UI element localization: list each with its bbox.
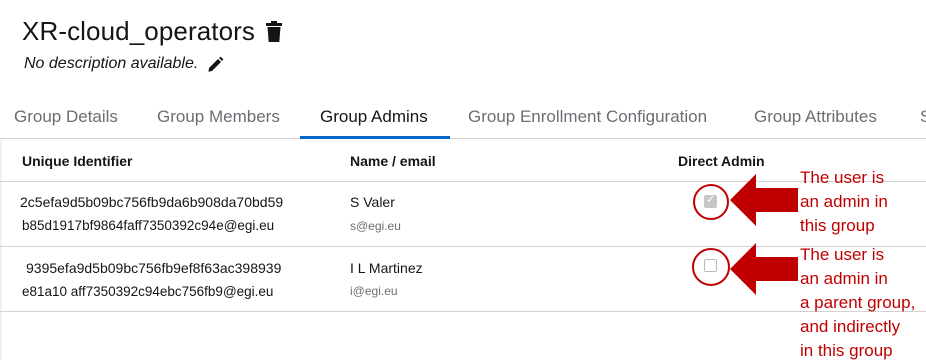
uid-line1: 2c5efa9d5b09bc756fb9da6b908da70bd59: [20, 194, 284, 210]
annotation-line: a parent group,: [800, 293, 916, 312]
uid-line1: 9395efa9d5b09bc756fb9ef8f63ac398939: [26, 260, 282, 276]
group-description: No description available.: [24, 55, 199, 72]
annotation-indirect-admin: The user is an admin in a parent group, …: [800, 243, 915, 363]
annotation-line: an admin in: [800, 192, 888, 211]
highlight-circle: [692, 248, 730, 286]
member-email: s@egi.eu: [350, 219, 401, 233]
annotation-direct-admin: The user is an admin in this group: [800, 166, 888, 238]
description-row: No description available.: [24, 55, 224, 73]
highlight-circle: [693, 184, 729, 220]
arrow-left-icon: [730, 174, 798, 226]
page-title: XR-cloud_operators: [22, 16, 256, 46]
tab-group-attributes[interactable]: Group Attributes: [754, 107, 877, 127]
tab-group-members[interactable]: Group Members: [157, 107, 280, 127]
tab-group-admins[interactable]: Group Admins: [320, 107, 428, 127]
page-header: XR-cloud_operators: [22, 16, 283, 47]
left-edge: [0, 140, 2, 360]
annotation-line: The user is: [800, 168, 885, 187]
annotation-line: and indirectly: [800, 317, 901, 336]
member-name: S Valer: [350, 194, 395, 210]
annotation-line: an admin in: [800, 269, 888, 288]
uid-line2: b85d1917bf9864faff7350392c94e@egi.eu: [22, 218, 275, 233]
pencil-icon[interactable]: [207, 56, 224, 73]
tab-bar: Group Details Group Members Group Admins…: [0, 97, 926, 139]
tab-group-details[interactable]: Group Details: [14, 107, 118, 127]
column-header-name-email[interactable]: Name / email: [350, 153, 436, 169]
arrow-left-icon: [730, 243, 798, 295]
member-name: I L Martinez: [350, 260, 423, 276]
annotation-line: The user is: [800, 245, 885, 264]
annotation-line: this group: [800, 216, 875, 235]
tab-overflow[interactable]: S: [920, 107, 926, 127]
annotation-line: in this group: [800, 341, 893, 360]
tab-group-enrollment-configuration[interactable]: Group Enrollment Configuration: [468, 107, 707, 127]
trash-icon[interactable]: [265, 20, 283, 43]
active-tab-indicator: [300, 136, 450, 139]
column-header-unique-identifier[interactable]: Unique Identifier: [22, 153, 132, 169]
column-header-direct-admin[interactable]: Direct Admin: [678, 153, 765, 169]
row-divider: [0, 311, 926, 312]
member-email: i@egi.eu: [350, 284, 398, 298]
uid-line2: e81a10 aff7350392c94ebc756fb9@egi.eu: [22, 284, 274, 299]
